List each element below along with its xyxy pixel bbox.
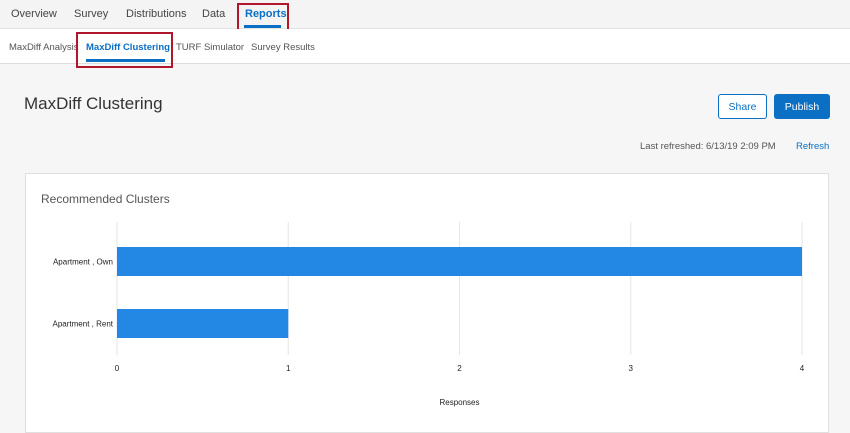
bar-chart: 0 1 2 3 4 Apartment , Own Apartment , Rent Resp…	[53, 222, 805, 407]
x-axis-label: Responses	[439, 398, 479, 407]
y-category-label: Apartment , Own	[53, 258, 113, 267]
x-tick-label: 2	[457, 364, 462, 373]
bar	[117, 247, 802, 276]
x-tick-label: 1	[286, 364, 291, 373]
y-category-label: Apartment , Rent	[53, 320, 114, 329]
x-tick-label: 4	[800, 364, 805, 373]
x-tick-label: 0	[115, 364, 120, 373]
bar	[117, 309, 289, 338]
x-tick-label: 3	[629, 364, 634, 373]
